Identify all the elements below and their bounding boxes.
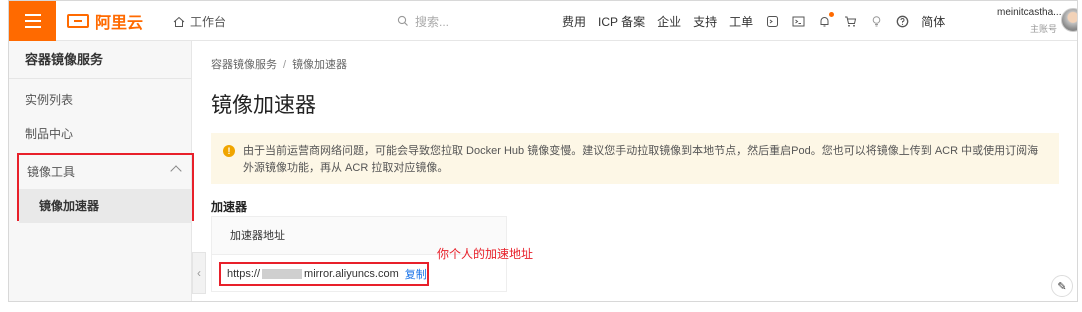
sidebar-item-mirror-accelerator[interactable]: 镜像加速器 <box>19 189 192 223</box>
sidebar-group-toggle[interactable]: 镜像工具 <box>19 155 192 189</box>
sidebar: 容器镜像服务 实例列表 制品中心 镜像工具 镜像加速器 <box>9 41 194 301</box>
logo-text: 阿里云 <box>95 15 144 32</box>
top-bar: 阿里云 工作台 搜索... 费用 ICP 备案 企业 支持 工单 简体 mein… <box>9 1 1077 41</box>
section-title: 加速器 <box>211 200 248 214</box>
search-placeholder: 搜索... <box>415 14 450 29</box>
search-input[interactable]: 搜索... <box>393 9 543 33</box>
sidebar-item-instances[interactable]: 实例列表 <box>9 83 191 117</box>
annotation-hint: 你个人的加速地址 <box>437 247 534 261</box>
redacted-id <box>262 269 303 279</box>
sidebar-item-artifacts[interactable]: 制品中心 <box>9 117 191 151</box>
user-name: meinitcastha... <box>997 7 1062 18</box>
breadcrumb-item-service[interactable]: 容器镜像服务 <box>211 59 277 71</box>
copy-button[interactable]: 复制 <box>405 266 427 282</box>
workbench-label: 工作台 <box>190 15 227 29</box>
aliyun-logo-icon <box>67 14 89 28</box>
bell-icon[interactable] <box>817 11 835 29</box>
warning-notice: ! 由于当前运营商网络问题，可能会导致您拉取 Docker Hub 镜像变慢。建… <box>211 133 1059 184</box>
top-nav: 费用 ICP 备案 企业 支持 工单 简体 <box>562 11 945 30</box>
help-icon[interactable] <box>895 15 909 29</box>
sidebar-group-image-tools: 镜像工具 镜像加速器 <box>17 153 194 223</box>
aliyun-logo[interactable]: 阿里云 <box>67 10 143 32</box>
language-switch[interactable]: 简体 <box>921 13 945 30</box>
sidebar-group-label: 镜像工具 <box>27 165 76 179</box>
nav-support[interactable]: 支持 <box>693 13 717 30</box>
notification-dot <box>829 11 835 17</box>
breadcrumb: 容器镜像服务 / 镜像加速器 <box>211 59 348 71</box>
nav-icp[interactable]: ICP 备案 <box>598 13 645 30</box>
breadcrumb-item-current: 镜像加速器 <box>292 59 348 71</box>
user-role: 主账号 <box>1029 24 1057 34</box>
notice-text: 由于当前运营商网络问题，可能会导致您拉取 Docker Hub 镜像变慢。建议您… <box>243 145 1039 174</box>
console-window: 阿里云 工作台 搜索... 费用 ICP 备案 企业 支持 工单 简体 mein… <box>8 0 1078 302</box>
lightbulb-icon[interactable] <box>869 15 883 29</box>
sidebar-title: 容器镜像服务 <box>9 41 191 79</box>
main-content: 容器镜像服务 / 镜像加速器 镜像加速器 ! 由于当前运营商网络问题，可能会导致您拉… <box>211 41 1077 301</box>
cloudshell-icon[interactable] <box>765 15 779 29</box>
warning-icon: ! <box>223 145 235 157</box>
collapse-sidebar-button[interactable]: ‹ <box>192 252 206 294</box>
terminal-icon[interactable] <box>791 15 805 29</box>
cart-icon[interactable] <box>843 15 857 29</box>
user-menu[interactable]: meinitcastha... 主账号 <box>997 7 1062 35</box>
hamburger-menu-icon[interactable] <box>9 1 56 41</box>
nav-billing[interactable]: 费用 <box>562 13 586 30</box>
search-icon <box>397 15 408 26</box>
home-icon <box>173 16 185 27</box>
workbench-link[interactable]: 工作台 <box>173 13 226 30</box>
edit-icon[interactable]: ✎ <box>1051 275 1073 297</box>
nav-enterprise[interactable]: 企业 <box>657 13 681 30</box>
chevron-up-icon <box>170 165 182 177</box>
address-prefix: https:// <box>227 268 261 280</box>
address-suffix: mirror.aliyuncs.com <box>304 268 399 280</box>
page-title: 镜像加速器 <box>211 94 316 117</box>
chevron-left-icon: ‹ <box>197 266 201 280</box>
nav-ticket[interactable]: 工单 <box>729 13 753 30</box>
avatar[interactable] <box>1061 8 1077 32</box>
accelerator-address: https:// mirror.aliyuncs.com 复制 <box>219 262 429 286</box>
